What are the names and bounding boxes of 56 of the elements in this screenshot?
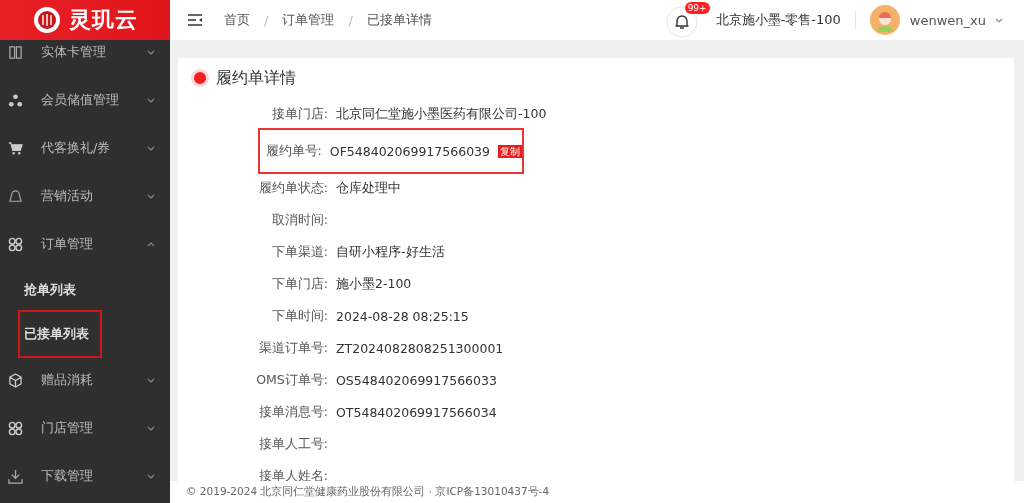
book-icon [8,44,23,60]
submenu-item[interactable]: 抢单列表 [24,281,76,299]
field-value: 自研小程序-好生活 [336,243,445,261]
field-label: 下单渠道: [270,243,328,261]
sidebar-item[interactable]: 门店管理 [0,404,170,452]
field-label: 渠道订单号: [257,339,328,357]
field-value: OT548402069917566034 [336,404,497,420]
sidebar-item[interactable]: 订单管理 [0,220,170,268]
field-value: 北京同仁堂施小墨医药有限公司-100 [336,105,547,123]
grid-icon [8,236,23,252]
bag-icon [8,188,23,204]
seal-logo-icon [32,6,61,34]
notification-button[interactable]: 99+ [665,2,710,38]
field-value: ZT2024082808251300001 [336,340,504,356]
grid-icon [8,420,23,436]
field-value: OF548402069917566039 [329,143,490,159]
cart-icon [8,140,23,156]
sidebar-item[interactable]: 赠品消耗 [0,356,170,404]
sidebar-item[interactable]: 代客换礼/券 [0,124,170,172]
field-value: OS548402069917566033 [336,372,497,388]
sidebar-item[interactable]: 实体卡管理 [0,40,170,76]
field-value: 2024-08-28 08:25:15 [336,308,469,324]
download-icon [8,468,23,484]
breadcrumb-link[interactable]: 订单管理 [282,11,335,29]
sidebar-item[interactable]: 下载管理 [0,452,170,500]
field-label: 接单门店: [270,105,328,123]
people-icon [8,92,23,108]
sidebar-item[interactable]: 营销活动 [0,172,170,220]
breadcrumb-link[interactable]: 首页 [224,11,250,29]
sidebar-item[interactable]: 会员储值管理 [0,76,170,124]
avatar-icon[interactable] [869,5,900,35]
field-label: 取消时间: [270,211,328,229]
breadcrumb-separator: / [264,12,269,28]
field-label: 履约单状态: [257,179,328,197]
footer-text: © 2019-2024 北京同仁堂健康药业股份有限公司 · 京ICP备13010437号-4 [186,485,550,499]
field-label: 履约单号: [264,142,322,160]
breadcrumb-link[interactable]: 已接单详情 [366,11,432,29]
field-value: 施小墨2-100 [336,275,412,293]
app-logo-text: 灵玑云 [68,6,138,34]
copy-button[interactable]: 复制 [498,144,522,158]
submenu-item[interactable]: 已接单列表 [24,325,89,343]
user-name[interactable]: wenwen_xu [909,12,986,28]
store-name[interactable]: 北京施小墨-零售-100 [715,11,841,29]
field-label: 下单门店: [270,275,328,293]
breadcrumb-separator: / [348,12,353,28]
field-label: 接单消息号: [257,403,328,421]
title-dot-icon [194,72,206,84]
section-title: 履约单详情 [216,67,296,89]
field-label: 接单人姓名: [257,467,328,481]
cube-icon [8,372,23,388]
field-value: 仓库处理中 [336,179,401,197]
menu-icon[interactable] [188,14,202,26]
field-label: OMS订单号: [255,371,328,389]
notification-badge: 99+ [684,2,710,14]
field-label: 接单人工号: [257,435,328,453]
field-label: 下单时间: [270,307,328,325]
